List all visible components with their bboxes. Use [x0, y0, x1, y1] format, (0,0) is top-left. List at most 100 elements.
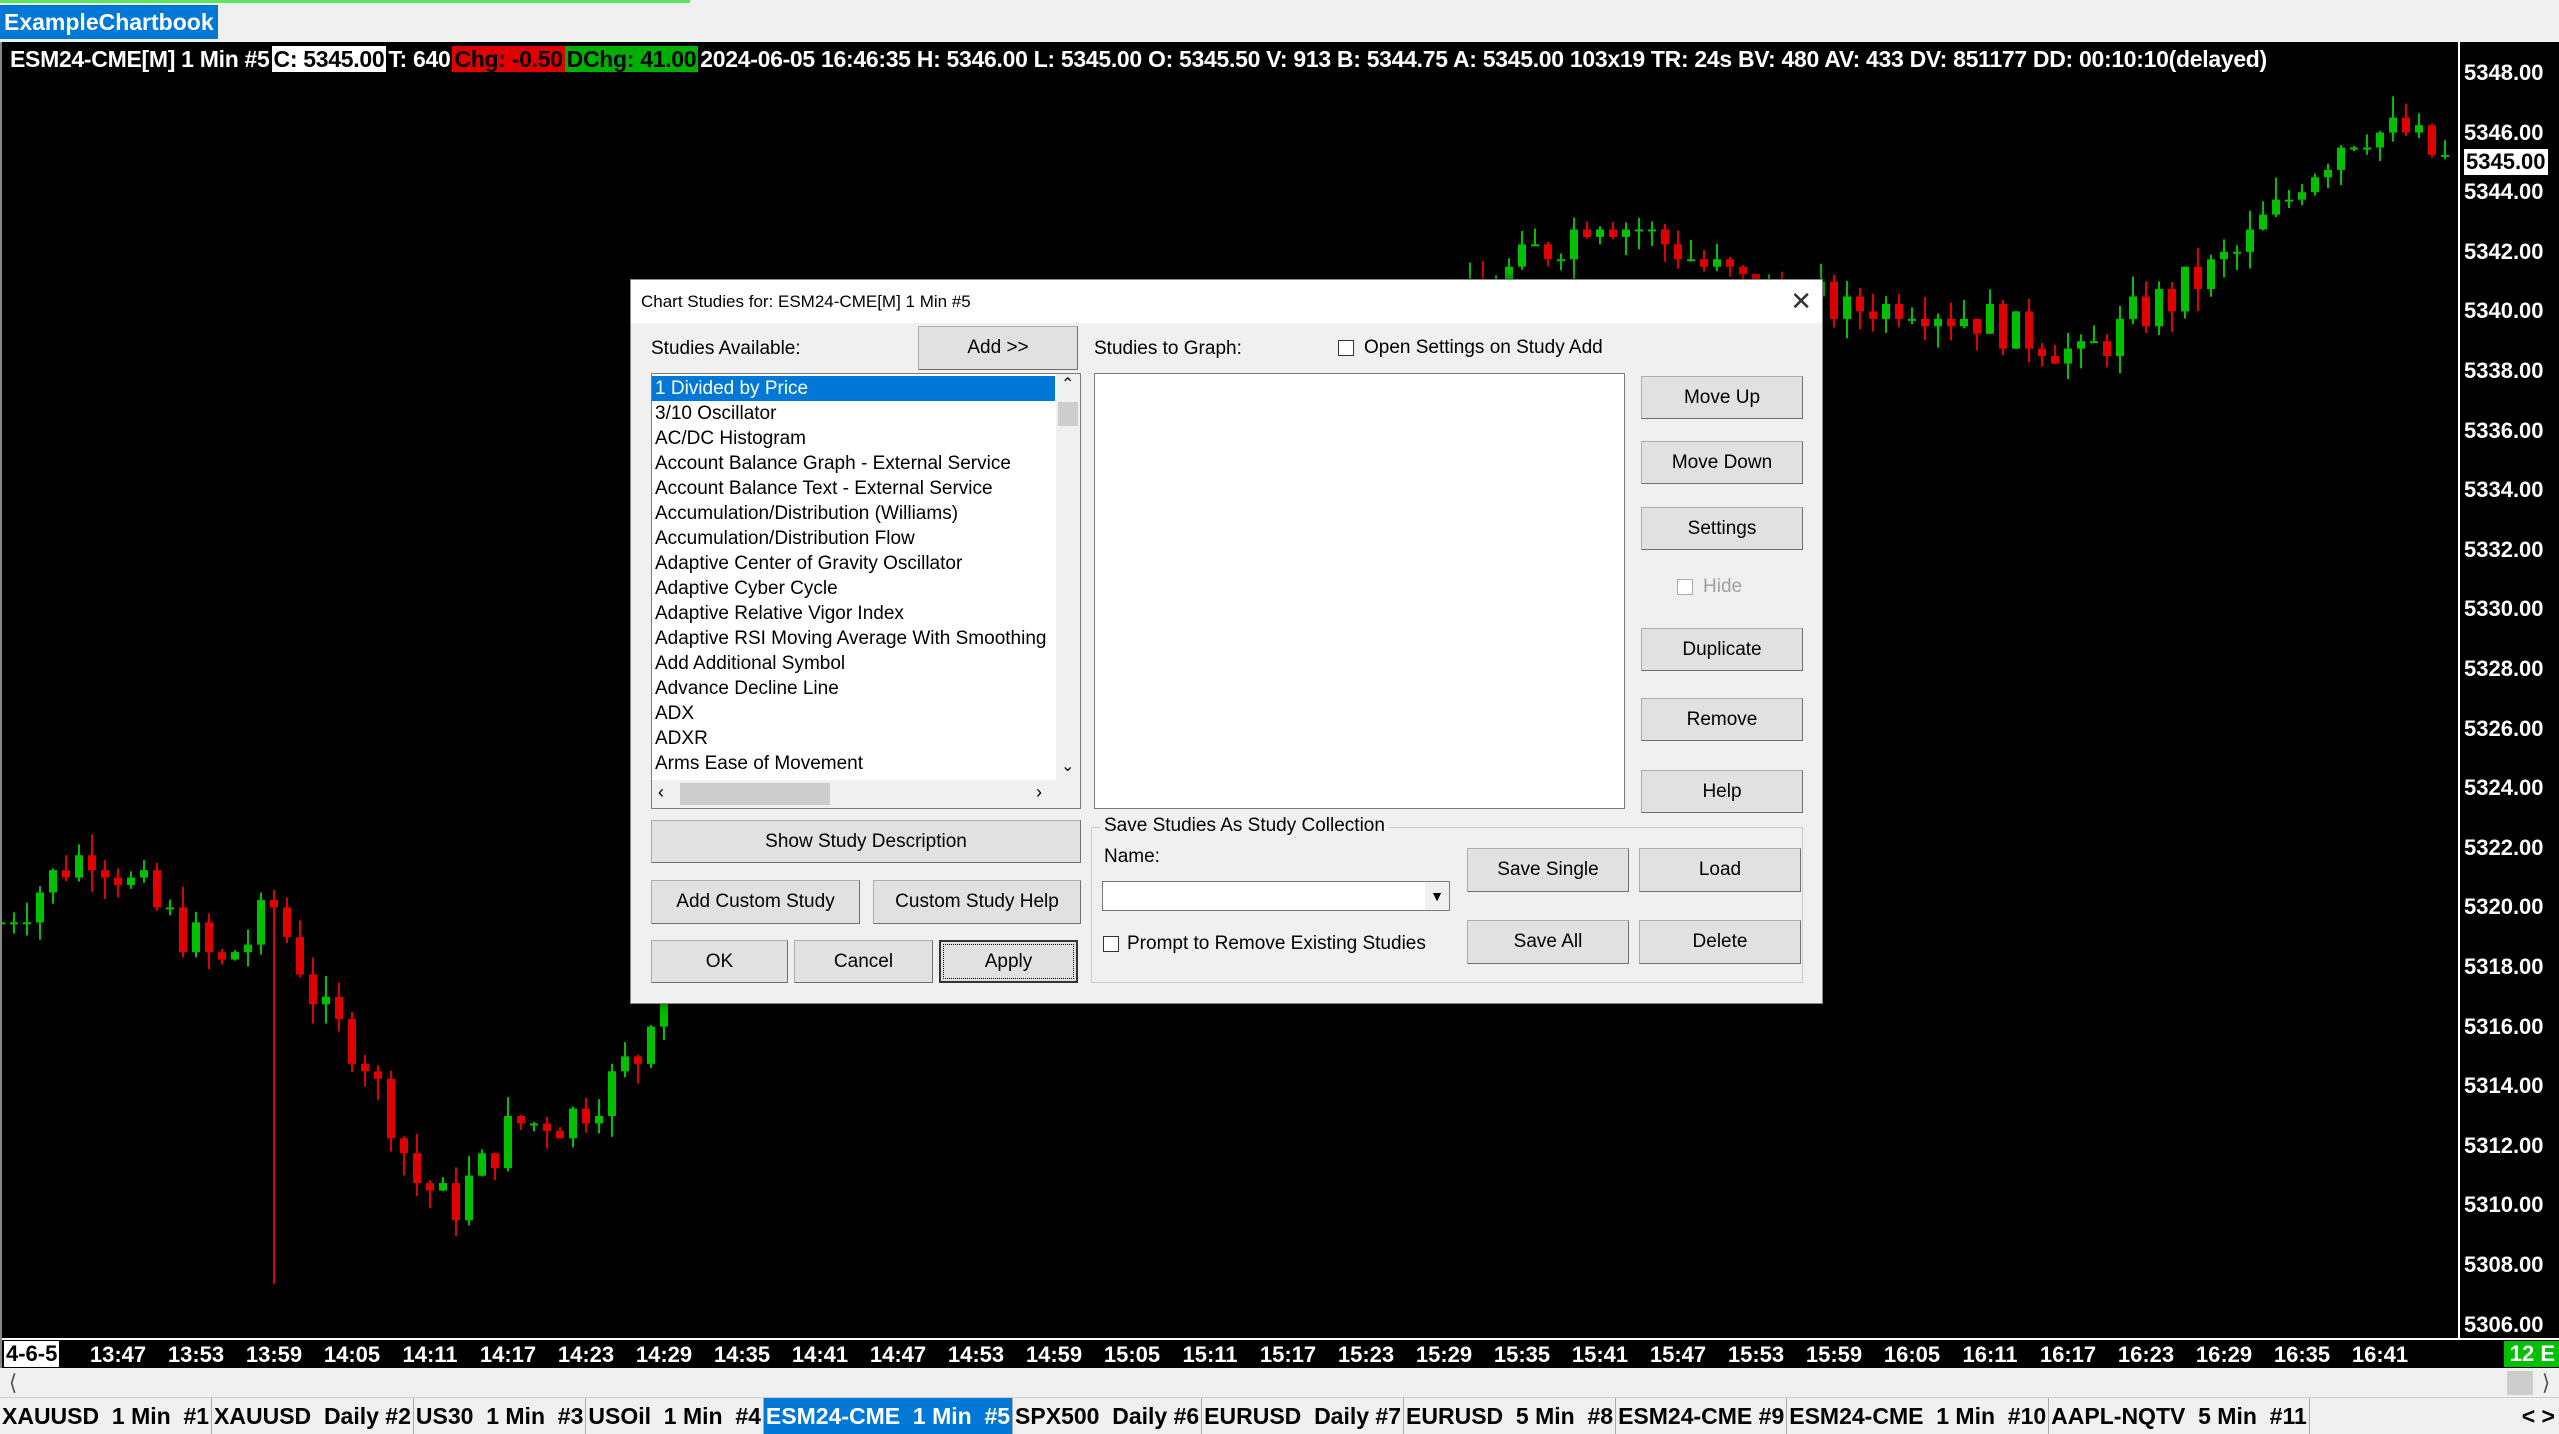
chart-tab[interactable]: XAUUSD Daily #2 [212, 1398, 414, 1434]
add-custom-study-button[interactable]: Add Custom Study [651, 880, 860, 924]
horizontal-scrollbar[interactable]: ⟨ ⟩ [0, 1368, 2559, 1398]
prompt-remove-label: Prompt to Remove Existing Studies [1127, 933, 1426, 954]
study-list-item[interactable]: 1 Divided by Price [652, 376, 1055, 401]
apply-button[interactable]: Apply [939, 940, 1078, 983]
hide-checkbox[interactable] [1677, 579, 1693, 595]
name-combobox[interactable]: ▼ [1102, 881, 1450, 911]
candle-body [1986, 303, 1994, 334]
price-label: 5332.00 [2464, 536, 2544, 562]
scroll-thumb[interactable] [2507, 1371, 2533, 1395]
candle-body [2090, 341, 2098, 344]
scroll-thumb[interactable] [680, 783, 830, 805]
price-label: 5336.00 [2464, 417, 2544, 443]
chart-tab[interactable]: ESM24-CME #9 [1616, 1398, 1788, 1434]
candle-body [478, 1153, 486, 1176]
custom-study-help-button[interactable]: Custom Study Help [873, 880, 1081, 924]
scroll-right-icon[interactable]: ⟩ [2533, 1370, 2559, 1396]
chartbook-tab[interactable]: ExampleChartbook [0, 5, 218, 39]
settings-button[interactable]: Settings [1641, 507, 1803, 550]
study-list-item[interactable]: Adaptive RSI Moving Average With Smoothi… [652, 626, 1055, 651]
candle-body [1674, 244, 1682, 260]
candle-body [2168, 289, 2176, 312]
study-list-item[interactable]: Accumulation/Distribution (Williams) [652, 501, 1055, 526]
move-down-button[interactable]: Move Down [1641, 441, 1803, 484]
cancel-button[interactable]: Cancel [794, 940, 933, 983]
candle-body [2363, 147, 2371, 150]
chart-tab[interactable]: US30 1 Min #3 [414, 1398, 587, 1434]
time-label: 16:11 [1962, 1342, 2018, 1367]
help-button[interactable]: Help [1641, 770, 1803, 813]
delete-button[interactable]: Delete [1639, 920, 1801, 964]
vertical-scrollbar[interactable]: ⌃ ⌄ [1056, 374, 1080, 780]
time-label: 13:47 [89, 1342, 147, 1367]
candle-body [101, 870, 109, 878]
scroll-left-icon[interactable]: ‹ [658, 782, 664, 803]
candle-body [244, 944, 252, 953]
prompt-remove-checkbox[interactable] [1103, 936, 1119, 952]
chart-tab[interactable]: AAPL-NQTV 5 Min #11 [2049, 1398, 2310, 1434]
chart-tab[interactable]: SPX500 Daily #6 [1013, 1398, 1203, 1434]
study-list-item[interactable]: Adaptive Relative Vigor Index [652, 601, 1055, 626]
price-label: 5340.00 [2464, 298, 2544, 324]
study-list-item[interactable]: Accumulation/Distribution Flow [652, 526, 1055, 551]
study-list-item[interactable]: Arms Ease of Movement [652, 751, 1055, 776]
time-label: 16:23 [2117, 1342, 2175, 1367]
time-label: 14:41 [791, 1342, 849, 1367]
candle-body [2194, 266, 2202, 290]
study-list-item[interactable]: Adaptive Center of Gravity Oscillator [652, 551, 1055, 576]
candle-body [647, 1026, 655, 1064]
save-all-button[interactable]: Save All [1467, 920, 1629, 964]
study-list-item[interactable]: Account Balance Text - External Service [652, 476, 1055, 501]
candle-body [127, 877, 135, 886]
close-icon[interactable]: ✕ [1790, 280, 1812, 323]
chart-tab[interactable]: EURUSD 5 Min #8 [1404, 1398, 1617, 1434]
load-button[interactable]: Load [1639, 848, 1801, 892]
study-list-item[interactable]: ADXR [652, 726, 1055, 751]
close-value: C: 5345.00 [271, 46, 387, 72]
scroll-up-icon[interactable]: ⌃ [1061, 374, 1074, 394]
study-list-item[interactable]: Advance Decline Line [652, 676, 1055, 701]
price-label: 5312.00 [2464, 1132, 2544, 1158]
add-button[interactable]: Add >> [918, 326, 1078, 370]
move-up-button[interactable]: Move Up [1641, 376, 1803, 419]
dropdown-arrow-icon[interactable]: ▼ [1425, 882, 1449, 910]
save-single-button[interactable]: Save Single [1467, 848, 1629, 892]
scroll-right-icon[interactable]: › [1036, 782, 1042, 803]
study-list-item[interactable]: Add Additional Symbol [652, 651, 1055, 676]
open-settings-checkbox[interactable] [1338, 340, 1354, 356]
ok-button[interactable]: OK [651, 940, 788, 983]
chart-tab[interactable]: USOil 1 Min #4 [586, 1398, 764, 1434]
scroll-thumb[interactable] [1058, 402, 1078, 426]
candle-body [595, 1116, 603, 1124]
time-label: 16:35 [2273, 1342, 2331, 1367]
study-list-item[interactable]: AC/DC Histogram [652, 426, 1055, 451]
studies-available-list[interactable]: 1 Divided by Price 3/10 Oscillator AC/DC H… [651, 373, 1081, 809]
chart-tab[interactable]: EURUSD Daily #7 [1202, 1398, 1405, 1434]
scroll-down-icon[interactable]: ⌄ [1061, 756, 1074, 776]
chart-tab[interactable]: ESM24-CME 1 Min #5 [763, 1398, 1014, 1434]
study-list-item[interactable]: Adaptive Cyber Cycle [652, 576, 1055, 601]
duplicate-button[interactable]: Duplicate [1641, 628, 1803, 671]
candle-body [426, 1183, 434, 1191]
time-label: 15:53 [1727, 1342, 1785, 1367]
show-study-description-button[interactable]: Show Study Description [651, 820, 1081, 863]
remove-button[interactable]: Remove [1641, 698, 1803, 741]
candle-body [309, 974, 317, 1005]
chart-tab[interactable]: XAUUSD 1 Min #1 [0, 1398, 213, 1434]
price-label: 5342.00 [2464, 238, 2544, 264]
price-axis[interactable]: 5348.00 5346.00 5344.00 5342.00 5340.00 5338.… [2458, 42, 2559, 1338]
study-list-item[interactable]: Account Balance Graph - External Service [652, 451, 1055, 476]
time-axis[interactable]: 4-6-5 12 E 13:47 13:53 13:59 14:05 14:11 14:1… [2, 1338, 2559, 1368]
candle-body [1830, 281, 1838, 319]
chart-tab[interactable]: ESM24-CME 1 Min #10 [1787, 1398, 2050, 1434]
tab-scroll-arrows[interactable]: < > [2517, 1398, 2559, 1434]
studies-to-graph-list[interactable] [1094, 373, 1625, 809]
study-list-item[interactable]: 3/10 Oscillator [652, 401, 1055, 426]
candle-body [2298, 192, 2306, 200]
price-label: 5306.00 [2464, 1311, 2544, 1337]
candle-body [88, 855, 96, 871]
horizontal-scrollbar[interactable]: ‹ › [652, 780, 1080, 808]
study-list-item[interactable]: ADX [652, 701, 1055, 726]
candle-body [413, 1153, 421, 1184]
scroll-left-icon[interactable]: ⟨ [0, 1370, 26, 1396]
